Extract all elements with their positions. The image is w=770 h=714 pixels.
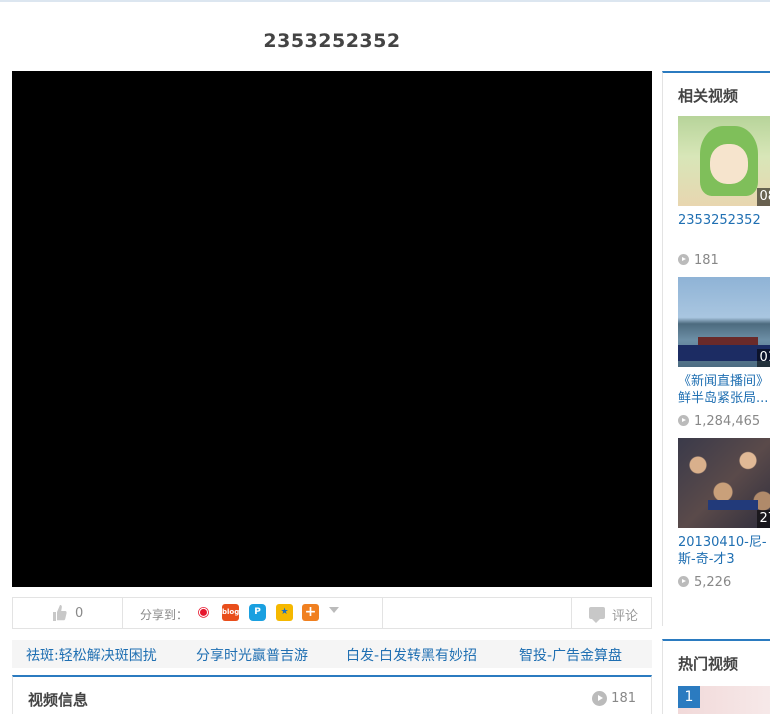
ad-link[interactable]: 祛斑:轻松解决斑困扰 [26, 645, 157, 665]
more-arrow-icon[interactable] [329, 607, 339, 613]
hot-rank-badge: 1 [678, 686, 700, 708]
comment-icon [589, 607, 605, 623]
hot-videos-heading: 热门视频 [678, 655, 739, 673]
video-views: 181 [678, 253, 770, 268]
video-title-line: 2353252352 [678, 213, 761, 228]
video-title-link[interactable]: 20130410-尼- 斯-奇-才3 [678, 534, 770, 568]
ad-link[interactable]: 分享时光赢普吉游 [196, 645, 308, 665]
video-duration: 01 [757, 349, 770, 367]
weibo-icon[interactable]: ◉ [195, 604, 212, 621]
comment-button[interactable]: 评论 [571, 598, 651, 628]
play-count-icon [678, 254, 689, 265]
video-title-line: 斯-奇-才3 [678, 552, 735, 567]
play-count-icon [678, 576, 689, 587]
video-duration: 27 [757, 510, 770, 528]
like-button[interactable]: 0 [13, 598, 123, 628]
video-player[interactable] [12, 71, 652, 587]
related-videos-panel: 相关视频 08 2353252352 181 01 《新闻直播间》 鲜半岛紧张局… [662, 71, 770, 626]
plus-icon[interactable]: + [302, 604, 319, 621]
ad-link[interactable]: 白发-白发转黑有妙招 [346, 645, 477, 665]
play-count-icon [678, 415, 689, 426]
action-bar: 0 分享到： ◉ blog P ★ + 评论 [12, 597, 652, 629]
video-title-line: 鲜半岛紧张局... [678, 391, 769, 406]
video-thumbnail[interactable]: 01 [678, 277, 770, 367]
video-thumbnail[interactable]: 27 [678, 438, 770, 528]
thumbs-up-icon [51, 604, 67, 626]
play-count: 181 [611, 691, 636, 706]
p-share-icon[interactable]: P [249, 604, 266, 621]
video-views: 1,284,465 [678, 414, 770, 429]
play-count-icon [592, 691, 607, 706]
video-info-heading: 视频信息 [28, 691, 89, 709]
video-title-line: 《新闻直播间》 [678, 374, 770, 389]
ad-links-bar: 祛斑:轻松解决斑困扰 分享时光赢普吉游 白发-白发转黑有妙招 智投-广告金算盘 [12, 640, 652, 668]
video-duration: 08 [757, 188, 770, 206]
video-title: 2353252352 [263, 30, 401, 52]
video-title-link[interactable]: 《新闻直播间》 鲜半岛紧张局... [678, 373, 770, 407]
hot-videos-panel: 热门视频 1 [662, 639, 770, 714]
like-count: 0 [75, 606, 84, 621]
top-divider [0, 0, 770, 2]
video-thumbnail[interactable]: 08 [678, 116, 770, 206]
qzone-icon[interactable]: ★ [276, 604, 293, 621]
comment-label: 评论 [612, 609, 639, 624]
video-views-count: 181 [694, 253, 719, 268]
video-title-link[interactable]: 2353252352 [678, 212, 770, 229]
video-title-line: 20130410-尼- [678, 535, 767, 550]
video-info-header: 视频信息 181 [12, 675, 652, 714]
blog-icon[interactable]: blog [222, 604, 239, 621]
share-label: 分享到： [140, 608, 189, 622]
video-views: 5,226 [678, 575, 770, 590]
share-panel: 分享到： ◉ blog P ★ + [123, 598, 383, 628]
video-views-count: 5,226 [694, 575, 732, 590]
ad-link[interactable]: 智投-广告金算盘 [519, 645, 622, 665]
related-videos-heading: 相关视频 [678, 87, 739, 105]
video-views-count: 1,284,465 [694, 414, 761, 429]
